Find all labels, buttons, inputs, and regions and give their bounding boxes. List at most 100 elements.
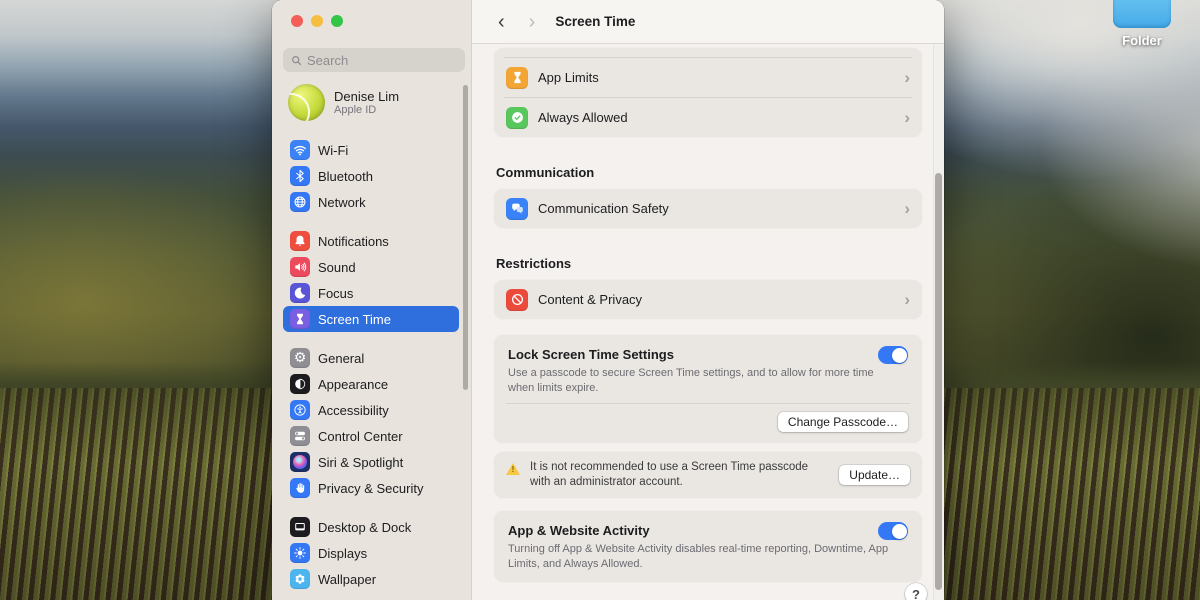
warning-icon: ! (506, 463, 520, 475)
app-website-activity-description: Turning off App & Website Activity disab… (508, 542, 893, 571)
search-input[interactable] (307, 53, 458, 68)
sidebar-item-accessibility[interactable]: Accessibility (283, 397, 459, 423)
app-website-activity-title: App & Website Activity (508, 522, 650, 539)
section-card-restrictions: Content & Privacy › (494, 280, 922, 319)
system-settings-window: Denise Lim Apple ID Wi-Fi Bluetooth Networ… (272, 0, 944, 600)
close-button[interactable] (291, 15, 303, 27)
sidebar-item-label: Displays (318, 546, 367, 561)
sidebar-item-wi-fi[interactable]: Wi-Fi (283, 137, 459, 163)
sidebar-item-network[interactable]: Network (283, 189, 459, 215)
lock-screen-time-description: Use a passcode to secure Screen Time set… (508, 366, 893, 395)
search-icon (290, 54, 303, 67)
lock-screen-time-toggle[interactable] (878, 346, 908, 364)
sidebar-item-label: Accessibility (318, 403, 389, 418)
change-passcode-button[interactable]: Change Passcode… (778, 412, 908, 432)
sidebar-group: Desktop & Dock Displays Wallpaper (283, 514, 465, 592)
section-card-communication: Communication Safety › (494, 189, 922, 228)
lock-screen-time-title: Lock Screen Time Settings (508, 346, 674, 363)
sidebar-item-label: Screen Time (318, 312, 391, 327)
siri-icon (290, 452, 310, 472)
sidebar-item-label: Network (318, 195, 366, 210)
settings-row-app-limits[interactable]: App Limits › (494, 58, 922, 97)
wifi-icon (290, 140, 310, 160)
card-divider (506, 403, 910, 404)
hand-icon (290, 478, 310, 498)
minimize-button[interactable] (311, 15, 323, 27)
content-scroll-area: App Limits › Always Allowed › Communication… (472, 0, 944, 600)
speaker-icon (290, 257, 310, 277)
sidebar-item-label: Siri & Spotlight (318, 455, 403, 470)
sidebar-item-privacy-security[interactable]: Privacy & Security (283, 475, 459, 501)
sidebar-item-appearance[interactable]: Appearance (283, 371, 459, 397)
hourglass-icon (290, 309, 310, 329)
settings-sidebar: Denise Lim Apple ID Wi-Fi Bluetooth Networ… (272, 0, 472, 600)
sidebar-item-control-center[interactable]: Control Center (283, 423, 459, 449)
search-field[interactable] (283, 48, 465, 72)
sidebar-item-label: Wallpaper (318, 572, 376, 587)
account-subtitle: Apple ID (334, 104, 399, 117)
clipped-row (494, 48, 922, 57)
update-button[interactable]: Update… (839, 465, 910, 485)
sidebar-item-focus[interactable]: Focus (283, 280, 459, 306)
chevron-right-icon: › (904, 200, 910, 217)
page-title: Screen Time (555, 14, 635, 29)
sidebar-item-bluetooth[interactable]: Bluetooth (283, 163, 459, 189)
desktop-dock-icon (290, 517, 310, 537)
settings-row-communication-safety[interactable]: Communication Safety › (494, 189, 922, 228)
sections-container: CommunicationCommunication Safety›Restri… (494, 165, 922, 319)
settings-content: ‹ › Screen Time App Limits›Always Allowe… (472, 0, 944, 600)
sidebar-item-screen-time[interactable]: Screen Time (283, 306, 459, 332)
row-label: Communication Safety (538, 201, 669, 216)
window-controls (291, 15, 343, 27)
desktop-folder-icon[interactable] (1113, 0, 1171, 28)
sidebar-item-displays[interactable]: Displays (283, 540, 459, 566)
sidebar-item-label: Appearance (318, 377, 388, 392)
warning-text: It is not recommended to use a Screen Ti… (530, 460, 829, 490)
chevron-right-icon: › (904, 291, 910, 308)
desktop-folder-label: Folder (1098, 33, 1186, 48)
sidebar-item-label: Wi-Fi (318, 143, 348, 158)
row-label: Always Allowed (538, 110, 628, 125)
chevron-right-icon: › (904, 69, 910, 86)
back-button[interactable]: ‹ (492, 10, 511, 34)
sidebar-item-wallpaper[interactable]: Wallpaper (283, 566, 459, 592)
sidebar-item-label: General (318, 351, 364, 366)
sidebar-nav: Wi-Fi Bluetooth Network NotificationsSound F… (283, 137, 465, 600)
sidebar-scrollbar-thumb[interactable] (463, 85, 468, 390)
apple-id-item[interactable]: Denise Lim Apple ID (288, 84, 399, 121)
bluetooth-icon (290, 166, 310, 186)
moon-icon (290, 283, 310, 303)
lock-screen-time-card: Lock Screen Time Settings Use a passcode… (494, 335, 922, 443)
zoom-button[interactable] (331, 15, 343, 27)
row-label: Content & Privacy (538, 292, 642, 307)
check-seal-icon (506, 107, 528, 129)
app-website-activity-toggle[interactable] (878, 522, 908, 540)
content-scrollbar-track[interactable] (933, 44, 944, 600)
gear-icon: ⚙ (290, 348, 310, 368)
sidebar-item-label: Focus (318, 286, 353, 301)
row-label: App Limits (538, 70, 599, 85)
settings-row-content-privacy[interactable]: Content & Privacy › (494, 280, 922, 319)
sidebar-item-general[interactable]: ⚙ General (283, 345, 459, 371)
sidebar-item-sound[interactable]: Sound (283, 254, 459, 280)
sidebar-item-siri-spotlight[interactable]: Siri & Spotlight (283, 449, 459, 475)
sidebar-item-label: Control Center (318, 429, 403, 444)
chevron-right-icon: › (904, 109, 910, 126)
sidebar-item-desktop-dock[interactable]: Desktop & Dock (283, 514, 459, 540)
section-header-restrictions: Restrictions (496, 256, 920, 271)
passcode-warning-card: ! It is not recommended to use a Screen … (494, 452, 922, 498)
control-center-icon (290, 426, 310, 446)
prohibited-icon (506, 289, 528, 311)
settings-row-always-allowed[interactable]: Always Allowed › (494, 98, 922, 137)
help-button[interactable]: ? (905, 583, 927, 600)
account-name: Denise Lim (334, 89, 399, 104)
sidebar-item-label: Desktop & Dock (318, 520, 411, 535)
content-scrollbar-thumb[interactable] (935, 173, 942, 590)
accessibility-icon (290, 400, 310, 420)
forward-button[interactable]: › (523, 10, 542, 34)
globe-icon (290, 192, 310, 212)
app-website-activity-card: App & Website Activity Turning off App &… (494, 511, 922, 582)
sidebar-item-notifications[interactable]: Notifications (283, 228, 459, 254)
sidebar-item-label: Bluetooth (318, 169, 373, 184)
sidebar-group: Wi-Fi Bluetooth Network (283, 137, 465, 215)
